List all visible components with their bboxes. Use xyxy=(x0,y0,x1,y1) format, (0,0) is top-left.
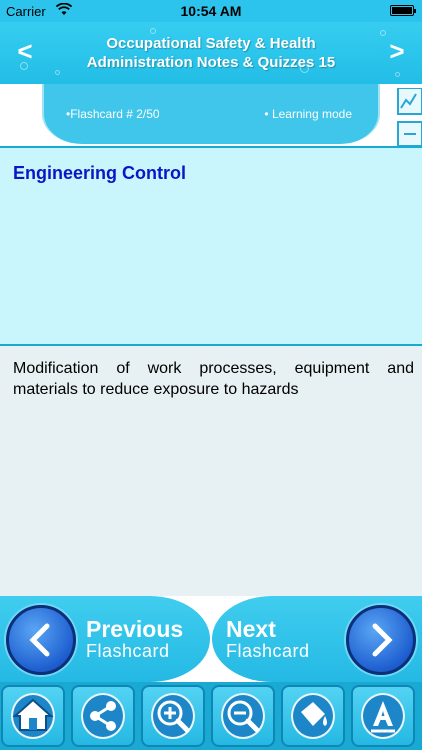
flashcard-navigation: Previous Flashcard Next Flashcard xyxy=(0,596,422,682)
bottom-toolbar xyxy=(0,682,422,750)
header-bar: < Occupational Safety & Health Administr… xyxy=(0,22,422,84)
zoom-in-button[interactable] xyxy=(141,685,205,747)
next-flashcard-label: Next Flashcard xyxy=(226,618,310,662)
arrow-right-icon xyxy=(346,605,416,675)
previous-flashcard-button[interactable]: Previous Flashcard xyxy=(0,596,210,682)
flashcard-counter: •Flashcard # 2/50 xyxy=(66,107,160,121)
flashcard-term: Engineering Control xyxy=(13,163,186,183)
title-line-1: Occupational Safety & Health xyxy=(106,35,316,52)
info-pill: •Flashcard # 2/50 • Learning mode xyxy=(42,84,380,144)
question-panel: Engineering Control xyxy=(0,146,422,346)
clock: 10:54 AM xyxy=(180,3,242,19)
decor-bubble xyxy=(395,72,400,77)
info-band: •Flashcard # 2/50 • Learning mode xyxy=(0,84,422,146)
status-bar: Carrier 10:54 AM xyxy=(0,0,422,22)
back-button[interactable]: < xyxy=(10,36,40,67)
previous-subtitle: Flashcard xyxy=(86,641,170,661)
theme-color-button[interactable] xyxy=(281,685,345,747)
home-button[interactable] xyxy=(1,685,65,747)
previous-title: Previous xyxy=(86,616,184,642)
font-size-button[interactable] xyxy=(351,685,415,747)
presentation-board-icon xyxy=(397,88,422,146)
previous-flashcard-label: Previous Flashcard xyxy=(86,618,183,662)
page-title: Occupational Safety & Health Administrat… xyxy=(60,34,362,72)
learning-mode-label: • Learning mode xyxy=(264,107,352,121)
title-line-2: Administration Notes & Quizzes 15 xyxy=(86,54,336,71)
flashcard-definition: Modification of work processes, equipmen… xyxy=(13,360,414,398)
forward-button[interactable]: > xyxy=(382,36,412,67)
answer-panel: Modification of work processes, equipmen… xyxy=(0,346,422,596)
next-flashcard-button[interactable]: Next Flashcard xyxy=(212,596,422,682)
zoom-out-button[interactable] xyxy=(211,685,275,747)
next-title: Next xyxy=(226,616,276,642)
arrow-left-icon xyxy=(6,605,76,675)
share-button[interactable] xyxy=(71,685,135,747)
battery-icon xyxy=(390,5,416,16)
next-subtitle: Flashcard xyxy=(226,641,310,661)
